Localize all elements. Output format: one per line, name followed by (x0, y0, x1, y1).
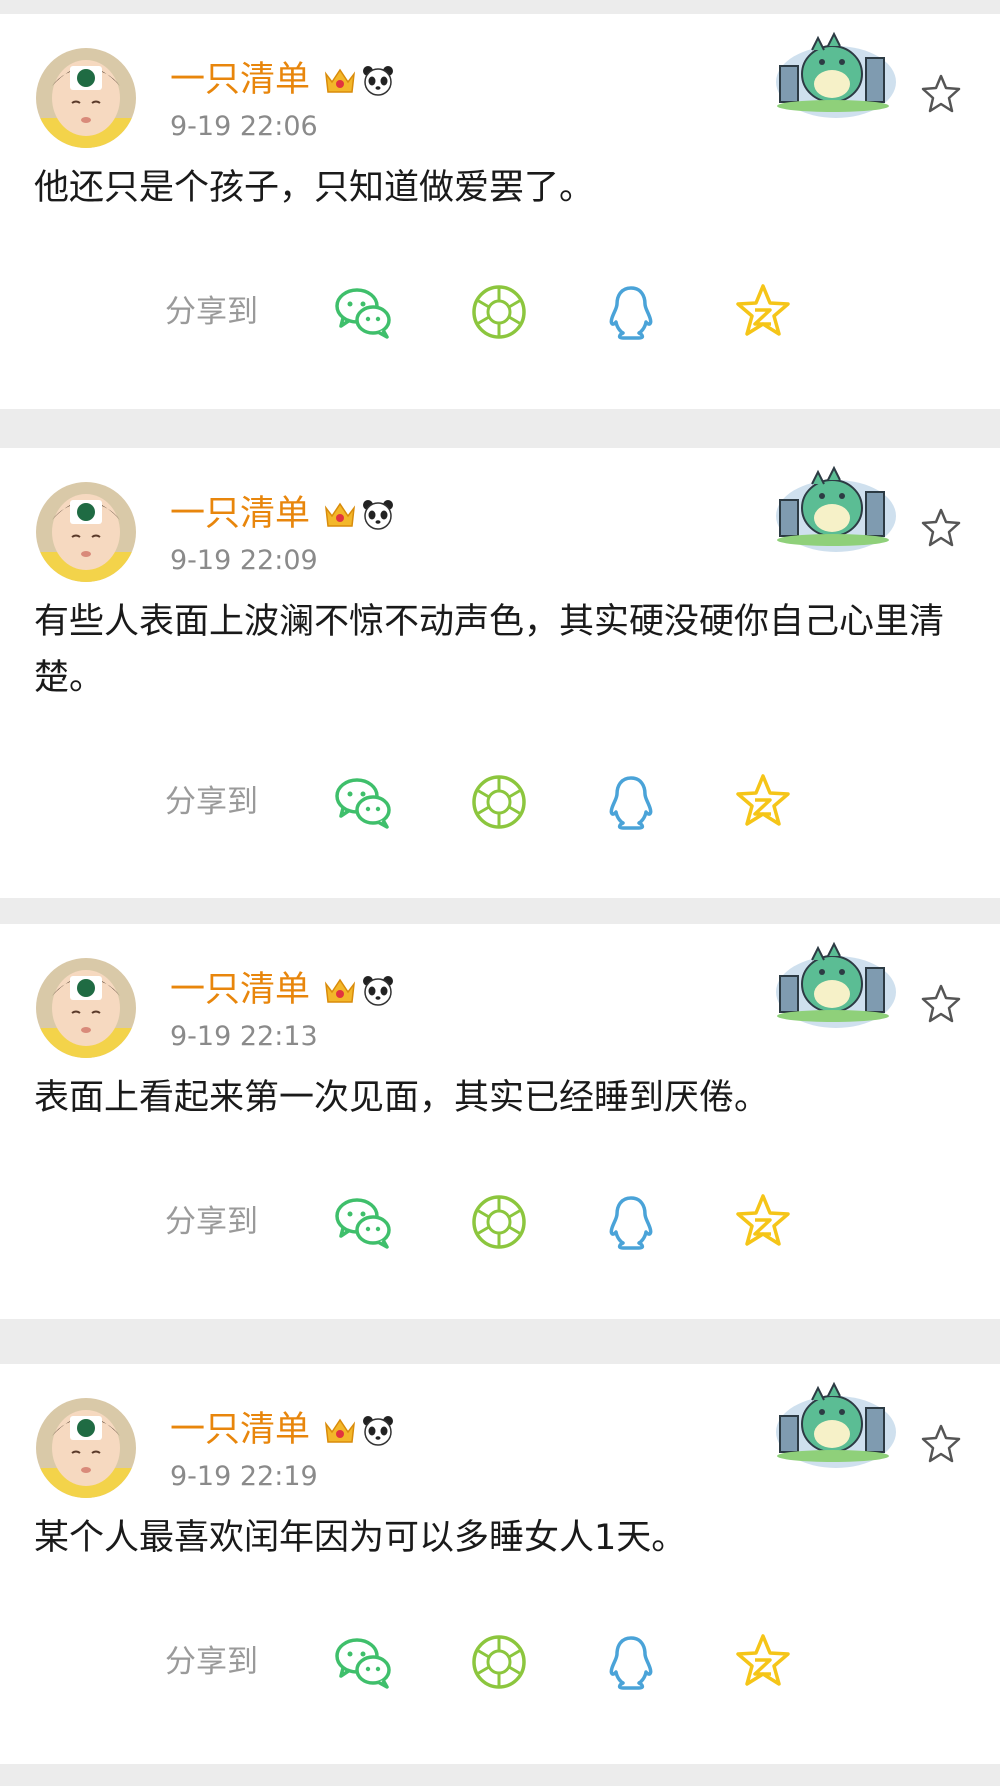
post-card: 一只清单 9-19 22:13 表面上看起来第一次见面，其实已经睡到厌倦。 分享… (0, 924, 1000, 1319)
favorite-star-icon[interactable] (920, 72, 962, 114)
username[interactable]: 一只清单 (170, 970, 310, 1010)
favorite-star-icon[interactable] (920, 982, 962, 1024)
panda-badge-icon (360, 972, 396, 1008)
badges (322, 1412, 396, 1448)
username[interactable]: 一只清单 (170, 1410, 310, 1450)
crown-badge-icon (322, 1412, 358, 1448)
post-timestamp: 9-19 22:06 (170, 111, 318, 142)
post-card: 一只清单 9-19 22:06 他还只是个孩子，只知道做爱罢了。 分享到 (0, 14, 1000, 409)
moments-icon[interactable] (469, 282, 529, 342)
avatar[interactable] (36, 958, 136, 1058)
badges (322, 496, 396, 532)
qzone-icon[interactable] (733, 772, 793, 832)
crown-badge-icon (322, 496, 358, 532)
share-bar: 分享到 (0, 1186, 1000, 1256)
qzone-icon[interactable] (733, 282, 793, 342)
share-bar: 分享到 (0, 276, 1000, 346)
dinosaur-card-decoration-icon (768, 456, 898, 556)
moments-icon[interactable] (469, 1192, 529, 1252)
avatar[interactable] (36, 48, 136, 148)
post-text: 有些人表面上波澜不惊不动声色，其实硬没硬你自己心里清楚。 (34, 602, 945, 698)
avatar[interactable] (36, 482, 136, 582)
username[interactable]: 一只清单 (170, 60, 310, 100)
dinosaur-card-decoration-icon (768, 932, 898, 1032)
post-card: 一只清单 9-19 22:09 有些人表面上波澜不惊不动声色，其实硬没硬你自己心… (0, 448, 1000, 898)
favorite-star-icon[interactable] (920, 506, 962, 548)
share-bar: 分享到 (0, 766, 1000, 836)
post-text: 某个人最喜欢闰年因为可以多睡女人1天。 (34, 1518, 687, 1558)
panda-badge-icon (360, 1412, 396, 1448)
wechat-icon[interactable] (333, 1632, 393, 1692)
post-text: 他还只是个孩子，只知道做爱罢了。 (34, 168, 595, 208)
crown-badge-icon (322, 62, 358, 98)
qzone-icon[interactable] (733, 1192, 793, 1252)
badges (322, 62, 396, 98)
post-text: 表面上看起来第一次见面，其实已经睡到厌倦。 (34, 1078, 770, 1118)
share-label: 分享到 (165, 294, 258, 330)
avatar[interactable] (36, 1398, 136, 1498)
panda-badge-icon (360, 62, 396, 98)
share-label: 分享到 (165, 1644, 258, 1680)
crown-badge-icon (322, 972, 358, 1008)
wechat-icon[interactable] (333, 772, 393, 832)
share-label: 分享到 (165, 784, 258, 820)
badges (322, 972, 396, 1008)
qq-icon[interactable] (601, 1632, 661, 1692)
qq-icon[interactable] (601, 772, 661, 832)
post-timestamp: 9-19 22:09 (170, 545, 318, 576)
moments-icon[interactable] (469, 772, 529, 832)
wechat-icon[interactable] (333, 282, 393, 342)
share-bar: 分享到 (0, 1626, 1000, 1696)
wechat-icon[interactable] (333, 1192, 393, 1252)
dinosaur-card-decoration-icon (768, 22, 898, 122)
username[interactable]: 一只清单 (170, 494, 310, 534)
share-label: 分享到 (165, 1204, 258, 1240)
favorite-star-icon[interactable] (920, 1422, 962, 1464)
post-feed: 一只清单 9-19 22:06 他还只是个孩子，只知道做爱罢了。 分享到 一只清… (0, 0, 1000, 1786)
qq-icon[interactable] (601, 1192, 661, 1252)
panda-badge-icon (360, 496, 396, 532)
post-timestamp: 9-19 22:19 (170, 1461, 318, 1492)
qq-icon[interactable] (601, 282, 661, 342)
moments-icon[interactable] (469, 1632, 529, 1692)
post-card: 一只清单 9-19 22:19 某个人最喜欢闰年因为可以多睡女人1天。 分享到 (0, 1364, 1000, 1764)
dinosaur-card-decoration-icon (768, 1372, 898, 1472)
post-timestamp: 9-19 22:13 (170, 1021, 318, 1052)
qzone-icon[interactable] (733, 1632, 793, 1692)
